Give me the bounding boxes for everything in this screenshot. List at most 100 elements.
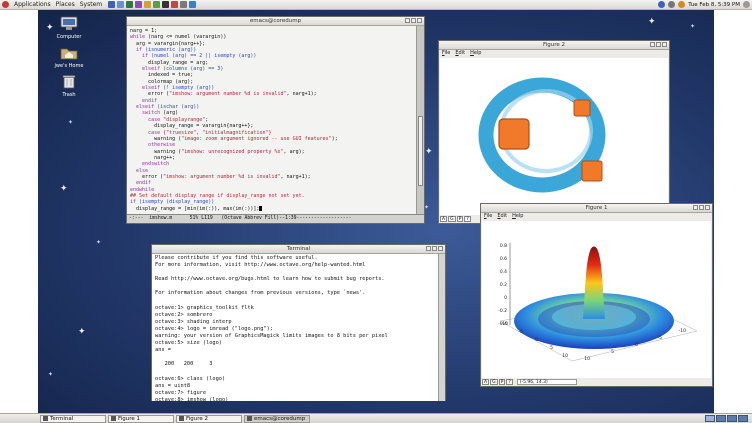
emacs-modeline: -:--- imshow.m 51% L119 (Octave Abbrev F… (127, 214, 424, 223)
z-tick-label: 0.4 (500, 269, 507, 275)
terminal-launcher-icon[interactable] (162, 1, 170, 8)
code-token: error ( (130, 91, 170, 98)
desktop: ✦ ✦ ✦ ✦ ✦ ✦ ✦ ✦ ✦ ✦ ✦ ✦ Computer jwe's H… (38, 10, 714, 413)
z-tick-label: 0.6 (500, 256, 507, 262)
network-icon[interactable] (658, 1, 666, 8)
terminal-window[interactable]: Terminal Please contribute if you find t… (151, 244, 446, 401)
terminal-titlebar[interactable]: Terminal (152, 245, 445, 254)
close-icon[interactable] (438, 246, 443, 251)
toolbar-autoscale-button[interactable]: A (440, 216, 448, 222)
globe-launcher-icon[interactable] (126, 1, 134, 8)
code-token: colormap (arg); (130, 78, 194, 85)
toolbar-pan-button[interactable]: P (456, 216, 464, 222)
close-icon[interactable] (417, 18, 422, 23)
menu-applications[interactable]: Applications (14, 1, 51, 8)
figure2-titlebar[interactable]: Figure 2 (439, 41, 669, 50)
terminal-line: 200 200 3 (155, 361, 213, 368)
minimize-icon[interactable] (405, 18, 410, 23)
emacs-scrollbar[interactable] (416, 26, 424, 214)
code-token: {"truesize", "initialmagnification"} (160, 129, 272, 136)
star-decoration: ✦ (48, 371, 54, 378)
z-tick-label: 0.2 (500, 282, 507, 288)
figure1-canvas[interactable]: 0.8 0.6 0.4 0.2 0 -0.2 -0.4 -10 -5 0 5 10 10 5 0 -5 -1… (482, 221, 711, 378)
toolbar-autoscale-button[interactable]: A (482, 379, 490, 385)
help-launcher-icon[interactable] (189, 1, 197, 8)
minimize-icon[interactable] (426, 246, 431, 251)
minimize-icon[interactable] (650, 42, 655, 47)
toolbar-grid-button[interactable]: G (490, 379, 498, 385)
logo-square-large (498, 118, 530, 150)
z-tick-label: 0 (504, 295, 507, 301)
minimize-icon[interactable] (693, 205, 698, 210)
image-launcher-icon[interactable] (171, 1, 179, 8)
figure2-window[interactable]: Figure 2 File Edit Help A G P ? (438, 40, 670, 224)
figure1-titlebar[interactable]: Figure 1 (481, 204, 712, 213)
taskbar-item-figure1[interactable]: Figure 1 (108, 414, 174, 423)
menu-system[interactable]: System (80, 1, 102, 8)
taskbar-item-emacs[interactable]: emacs@coredump (244, 414, 310, 423)
code-token: (numel (arg) == 2 || isempty (arg)) (148, 53, 257, 60)
volume-icon[interactable] (668, 1, 676, 8)
scroll-thumb[interactable] (418, 116, 423, 186)
window-icon (111, 416, 116, 421)
desktop-icon-computer[interactable]: Computer (49, 16, 89, 40)
toolbar-help-button[interactable]: ? (506, 379, 513, 385)
mail-launcher-icon[interactable] (117, 1, 125, 8)
emacs-buffer[interactable]: narg = 1; while (narg <= numel (varargin)… (127, 26, 417, 214)
power-icon[interactable] (743, 1, 750, 8)
code-token: while (130, 34, 146, 41)
taskbar-item-figure2[interactable]: Figure 2 (176, 414, 242, 423)
figure1-window[interactable]: Figure 1 File Edit Help 0.8 0.6 0.4 0.2 … (480, 203, 713, 387)
editor-launcher-icon[interactable] (144, 1, 152, 8)
code-token: warning ( (130, 135, 182, 142)
menu-file[interactable]: File (442, 50, 450, 57)
emacs-window[interactable]: emacs@coredump narg = 1; while (narg <= n… (126, 16, 425, 224)
desktop-icon-trash[interactable]: Trash (49, 74, 89, 98)
menu-help[interactable]: Help (470, 50, 481, 57)
terminal-scrollbar[interactable] (438, 254, 445, 401)
browser-launcher-icon[interactable] (108, 1, 116, 8)
close-icon[interactable] (662, 42, 667, 47)
text-cursor (259, 205, 263, 211)
menu-help[interactable]: Help (512, 213, 523, 220)
emacs-titlebar[interactable]: emacs@coredump (127, 17, 424, 26)
code-token: "image: zoom argument ignored -- use GUI… (181, 135, 332, 142)
terminal-line: Read http://www.octave.org/bugs.html to … (155, 276, 385, 283)
workspace-3[interactable] (727, 415, 737, 422)
maximize-icon[interactable] (432, 246, 437, 251)
workspace-4[interactable] (738, 415, 748, 422)
menu-edit[interactable]: Edit (497, 213, 507, 220)
code-token: warning ( (130, 148, 182, 155)
office-launcher-icon[interactable] (135, 1, 143, 8)
code-token: ); (331, 135, 338, 142)
window-title: Figure 1 (585, 205, 608, 211)
chat-launcher-icon[interactable] (153, 1, 161, 8)
menu-edit[interactable]: Edit (455, 50, 465, 57)
code-token: , narg+1); (286, 91, 317, 98)
toolbar-help-button[interactable]: ? (464, 216, 471, 222)
menu-file[interactable]: File (484, 213, 492, 220)
toolbar-pan-button[interactable]: P (498, 379, 506, 385)
figure2-canvas[interactable] (440, 58, 668, 215)
workspace-1[interactable] (705, 415, 715, 422)
workspace-2[interactable] (716, 415, 726, 422)
maximize-icon[interactable] (411, 18, 416, 23)
calc-launcher-icon[interactable] (180, 1, 188, 8)
star-decoration: ✦ (78, 327, 86, 337)
close-icon[interactable] (705, 205, 710, 210)
code-line: display_range = [min(im(:)), max(im(:))]… (130, 205, 414, 212)
taskbar-item-terminal[interactable]: Terminal (40, 414, 106, 423)
desktop-icon-home[interactable]: jwe's Home (49, 45, 89, 69)
star-decoration: ✦ (690, 23, 696, 30)
star-decoration: ✦ (68, 119, 74, 126)
figure1-toolbar: A G P ? (-5.96, 14.3) (482, 378, 577, 386)
clock[interactable]: Tue Feb 8, 5:39 PM (688, 2, 740, 8)
maximize-icon[interactable] (656, 42, 661, 47)
maximize-icon[interactable] (699, 205, 704, 210)
terminal-buffer[interactable]: Please contribute if you find this softw… (152, 254, 440, 401)
update-icon[interactable] (678, 1, 686, 8)
toolbar-grid-button[interactable]: G (448, 216, 456, 222)
menu-places[interactable]: Places (56, 1, 75, 8)
terminal-line: octave:8> imshow (logo) (155, 396, 229, 401)
emacs-icon (247, 416, 252, 421)
